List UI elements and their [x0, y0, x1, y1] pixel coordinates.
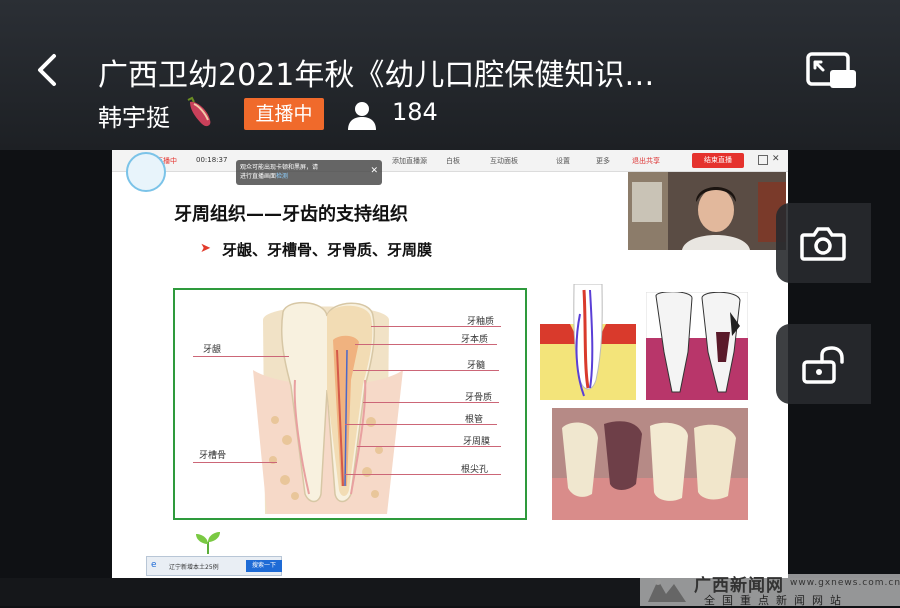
picture-in-picture-icon[interactable]: [806, 52, 858, 90]
gxnews-logo-icon: [648, 579, 686, 602]
notice-close-icon[interactable]: ✕: [370, 167, 378, 176]
leader-line: [363, 402, 499, 403]
window-maximize-icon[interactable]: [758, 155, 768, 165]
stream-title: 广西卫幼2021年秋《幼儿口腔保健知识…: [98, 58, 655, 93]
person-icon: [348, 102, 376, 130]
streaming-toolbar: 直播中 00:18:37 添加直播源 白板 互动面板 设置 更多 退出共享 结束…: [112, 150, 788, 172]
plant-icon: [196, 532, 220, 554]
slide-title: 牙周组织——牙齿的支持组织: [174, 204, 408, 225]
screenshot-button[interactable]: [776, 203, 871, 283]
leader-line: [371, 326, 501, 327]
label-alveolar-bone: 牙槽骨: [199, 451, 227, 461]
leader-line: [357, 446, 501, 447]
periodontal-pocket-image: [646, 292, 748, 400]
camera-icon: [800, 227, 846, 261]
toolbar-add-source[interactable]: 添加直播源: [392, 156, 427, 166]
bullet-arrow-icon: ➤: [200, 241, 211, 256]
viewer-count: 184: [392, 98, 438, 126]
tooth-anatomy-diagram: 牙龈 牙槽骨 牙釉质 牙本质 牙髓 牙骨质 根管 牙周膜 根尖孔: [173, 288, 527, 520]
browser-e-icon: e: [151, 560, 157, 570]
leader-line: [193, 462, 277, 463]
host-name[interactable]: 韩宇挺: [98, 98, 170, 133]
sweet-potato-icon: [187, 96, 211, 127]
notice-check-link[interactable]: 检测: [276, 173, 288, 180]
label-gingiva: 牙龈: [203, 345, 222, 355]
back-arrow-icon[interactable]: [30, 52, 66, 88]
toolbar-interaction-panel[interactable]: 互动面板: [490, 156, 518, 166]
leader-line: [353, 370, 499, 371]
leader-line: [345, 424, 497, 425]
live-status-badge: 直播中: [244, 98, 324, 130]
end-live-button[interactable]: 结束直播: [692, 153, 744, 168]
window-close-icon[interactable]: ✕: [772, 155, 780, 164]
leader-line: [355, 344, 497, 345]
screen-lock-button[interactable]: [776, 324, 871, 404]
toolbar-elapsed-time: 00:18:37: [196, 156, 228, 164]
root-cross-section-image: [540, 284, 636, 400]
toolbar-whiteboard[interactable]: 白板: [446, 156, 460, 166]
toolbar-more[interactable]: 更多: [596, 156, 610, 166]
receding-gums-photo: [552, 408, 748, 520]
toolbar-settings[interactable]: 设置: [556, 156, 570, 166]
leader-line: [193, 356, 289, 357]
slide-bullet: 牙龈、牙槽骨、牙骨质、牙周膜: [222, 241, 433, 259]
watermark-url: www.gxnews.com.cn: [790, 578, 900, 588]
news-headline[interactable]: 辽宁新增本土25例: [169, 562, 219, 571]
app-logo: [126, 152, 166, 192]
unlock-icon: [802, 346, 844, 384]
exit-share-button[interactable]: 退出共享: [632, 156, 660, 166]
search-once-button[interactable]: 搜索一下: [246, 560, 282, 572]
presenter-webcam: [628, 172, 786, 250]
leader-line: [345, 474, 501, 475]
stream-warning-notice: 观众可能出现卡顿和黑屏，请 进行直播画面检测 ✕: [236, 160, 382, 185]
video-stream[interactable]: 直播中 00:18:37 添加直播源 白板 互动面板 设置 更多 退出共享 结束…: [112, 150, 788, 578]
notice-line1: 观众可能出现卡顿和黑屏，请: [240, 164, 319, 171]
notice-line2-prefix: 进行直播画面: [240, 173, 277, 180]
